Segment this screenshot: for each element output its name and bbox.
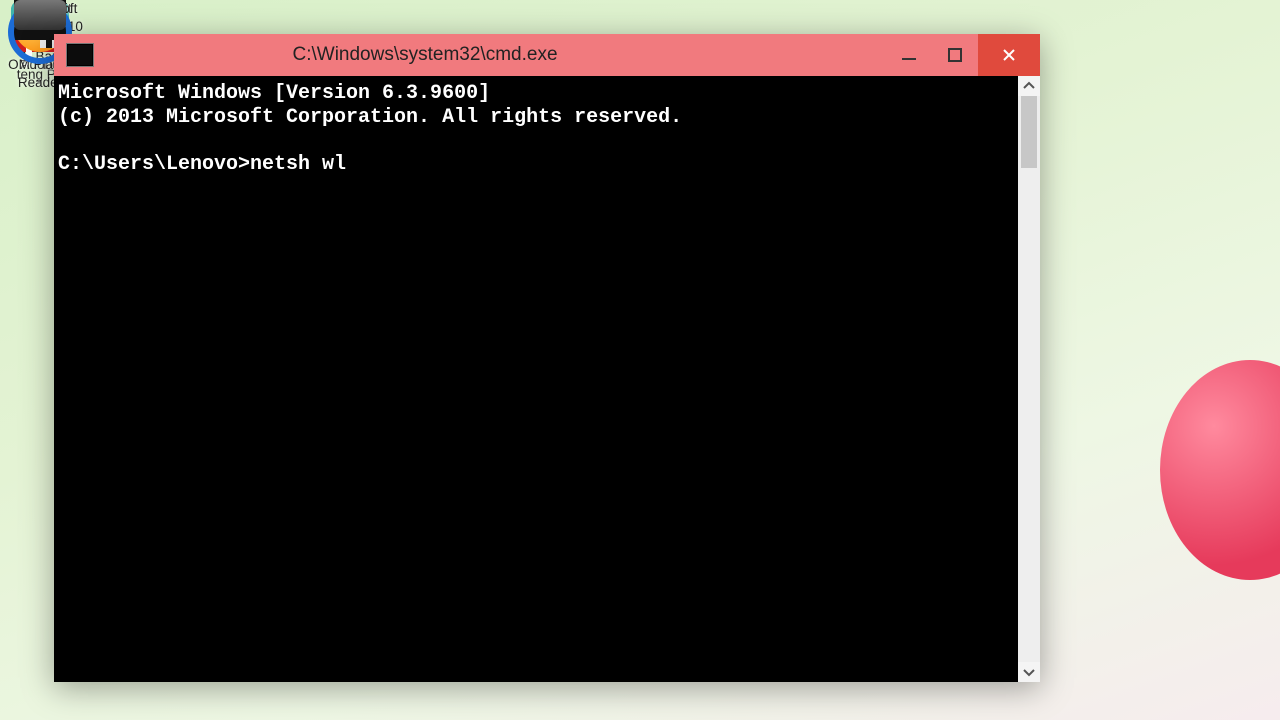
scrollbar-thumb[interactable] xyxy=(1021,96,1037,168)
maximize-icon xyxy=(948,48,962,62)
terminal-banner: (c) 2013 Microsoft Corporation. All righ… xyxy=(58,106,682,129)
desktop: DAT ngdut au dua DAT Dangdu Secawa 1. Ba… xyxy=(0,0,1280,720)
cmd-window: C:\Windows\system32\cmd.exe Microsoft Wi… xyxy=(54,34,1040,682)
scrollbar-track[interactable] xyxy=(1018,96,1040,662)
window-buttons xyxy=(886,34,1040,76)
minimize-icon xyxy=(902,48,916,62)
titlebar[interactable]: C:\Windows\system32\cmd.exe xyxy=(54,34,1040,76)
scroll-up-button[interactable] xyxy=(1018,76,1040,96)
close-button[interactable] xyxy=(978,34,1040,76)
terminal-banner: Microsoft Windows [Version 6.3.9600] xyxy=(58,82,490,105)
window-title: C:\Windows\system32\cmd.exe xyxy=(104,44,886,66)
chevron-up-icon xyxy=(1023,80,1035,92)
tool-icon xyxy=(14,0,66,30)
cmd-icon[interactable] xyxy=(66,43,94,67)
terminal[interactable]: Microsoft Windows [Version 6.3.9600] (c)… xyxy=(54,76,1018,682)
terminal-input[interactable]: netsh wl xyxy=(250,153,346,176)
terminal-prompt: C:\Users\Lenovo> xyxy=(58,153,250,176)
maximize-button[interactable] xyxy=(932,34,978,76)
wallpaper-accent xyxy=(1160,360,1280,580)
window-client: Microsoft Windows [Version 6.3.9600] (c)… xyxy=(54,76,1040,682)
desktop-icon[interactable] xyxy=(0,0,80,34)
close-icon xyxy=(1002,48,1016,62)
vertical-scrollbar[interactable] xyxy=(1018,76,1040,682)
scroll-down-button[interactable] xyxy=(1018,662,1040,682)
minimize-button[interactable] xyxy=(886,34,932,76)
chevron-down-icon xyxy=(1023,666,1035,678)
